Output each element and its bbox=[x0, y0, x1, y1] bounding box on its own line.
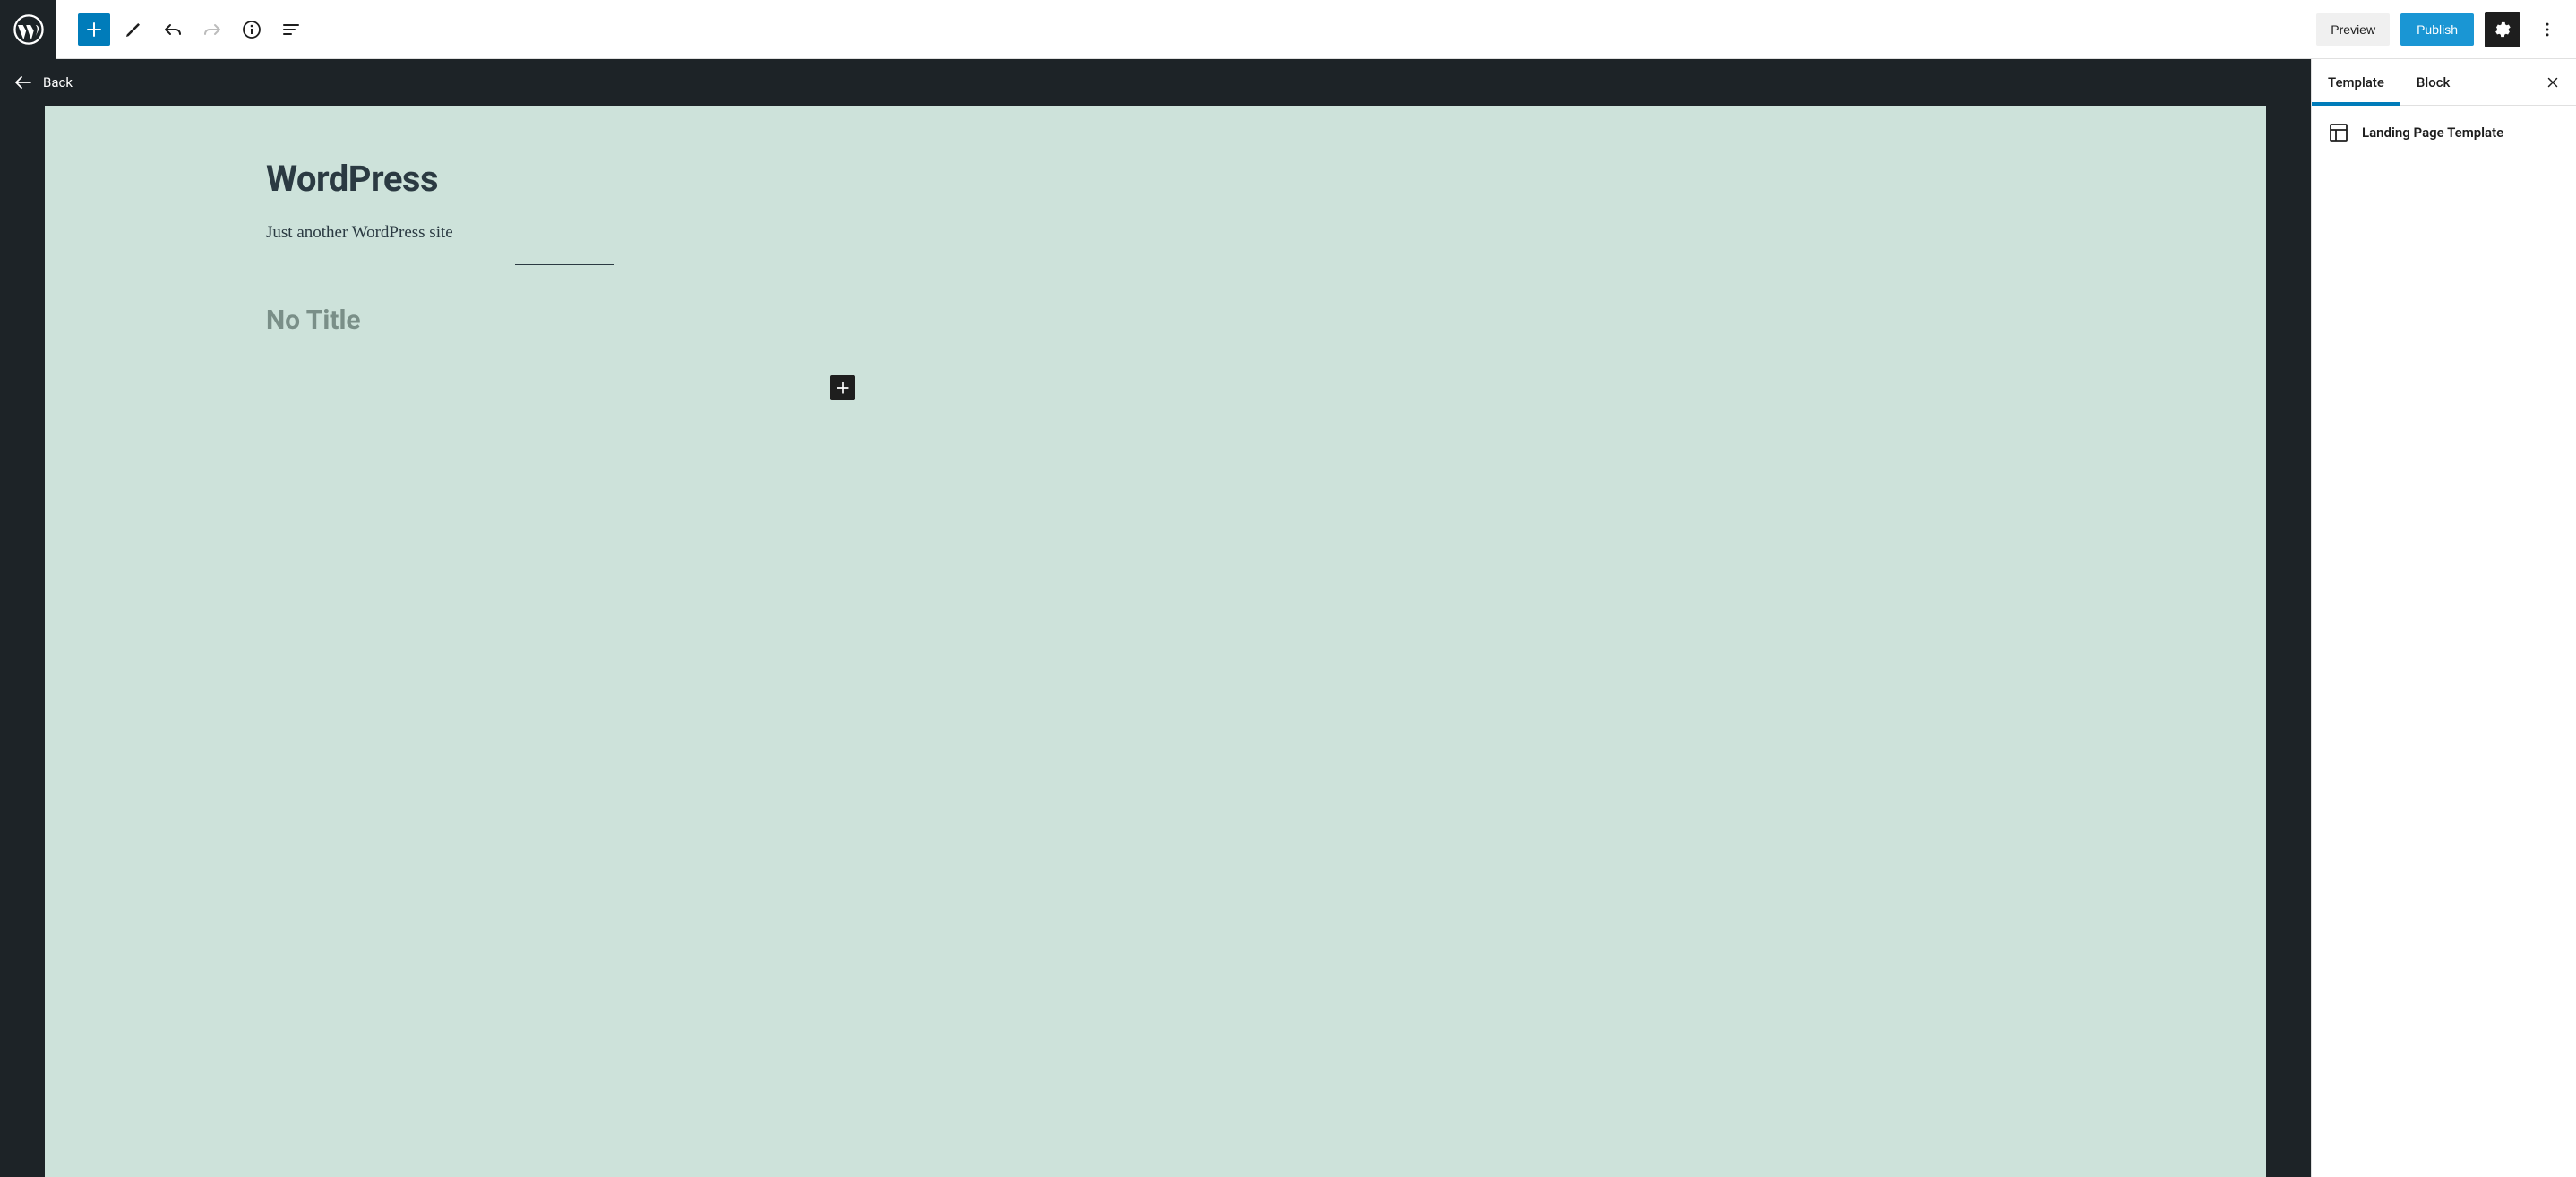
wordpress-icon bbox=[13, 14, 44, 45]
sidebar-tabs: Template Block bbox=[2312, 59, 2576, 106]
editor-region: Back WordPress Just another WordPress si… bbox=[0, 59, 2311, 1177]
canvas-inner: WordPress Just another WordPress site No… bbox=[266, 158, 862, 400]
undo-icon bbox=[162, 19, 184, 40]
close-sidebar-button[interactable] bbox=[2535, 64, 2571, 100]
site-title[interactable]: WordPress bbox=[266, 158, 862, 200]
back-button[interactable]: Back bbox=[0, 59, 2311, 106]
close-icon bbox=[2545, 74, 2561, 90]
main-area: Back WordPress Just another WordPress si… bbox=[0, 59, 2576, 1177]
redo-button[interactable] bbox=[196, 13, 228, 46]
details-button[interactable] bbox=[236, 13, 268, 46]
list-view-button[interactable] bbox=[275, 13, 307, 46]
plus-icon bbox=[83, 19, 105, 40]
list-view-icon bbox=[280, 19, 302, 40]
template-name: Landing Page Template bbox=[2362, 125, 2503, 141]
template-row[interactable]: Landing Page Template bbox=[2328, 122, 2560, 143]
top-toolbar: Preview Publish bbox=[0, 0, 2576, 59]
settings-button[interactable] bbox=[2485, 12, 2520, 47]
edit-tool-button[interactable] bbox=[117, 13, 150, 46]
back-label: Back bbox=[43, 74, 73, 90]
arrow-left-icon bbox=[13, 72, 34, 93]
pencil-icon bbox=[123, 19, 144, 40]
redo-icon bbox=[202, 19, 223, 40]
add-block-inline-button[interactable] bbox=[830, 375, 855, 400]
site-tagline[interactable]: Just another WordPress site bbox=[266, 223, 862, 243]
editor-canvas[interactable]: WordPress Just another WordPress site No… bbox=[45, 106, 2266, 1177]
vertical-dots-icon bbox=[2538, 21, 2556, 39]
tab-template[interactable]: Template bbox=[2312, 59, 2400, 105]
wordpress-logo[interactable] bbox=[0, 0, 56, 59]
tab-block[interactable]: Block bbox=[2400, 59, 2466, 105]
layout-icon bbox=[2328, 122, 2349, 143]
sidebar-body: Landing Page Template bbox=[2312, 106, 2576, 159]
gear-icon bbox=[2493, 20, 2512, 39]
separator-block[interactable] bbox=[515, 264, 614, 265]
post-title-placeholder[interactable]: No Title bbox=[266, 305, 862, 336]
plus-icon bbox=[834, 379, 852, 397]
publish-button[interactable]: Publish bbox=[2400, 13, 2474, 46]
more-options-button[interactable] bbox=[2531, 12, 2563, 47]
toolbar-left-group bbox=[56, 13, 307, 46]
toolbar-right-group: Preview Publish bbox=[2316, 12, 2576, 47]
add-block-button[interactable] bbox=[78, 13, 110, 46]
preview-button[interactable]: Preview bbox=[2316, 13, 2390, 46]
undo-button[interactable] bbox=[157, 13, 189, 46]
settings-sidebar: Template Block Landing Page Template bbox=[2311, 59, 2576, 1177]
info-icon bbox=[241, 19, 262, 40]
canvas-wrap: WordPress Just another WordPress site No… bbox=[0, 106, 2311, 1177]
